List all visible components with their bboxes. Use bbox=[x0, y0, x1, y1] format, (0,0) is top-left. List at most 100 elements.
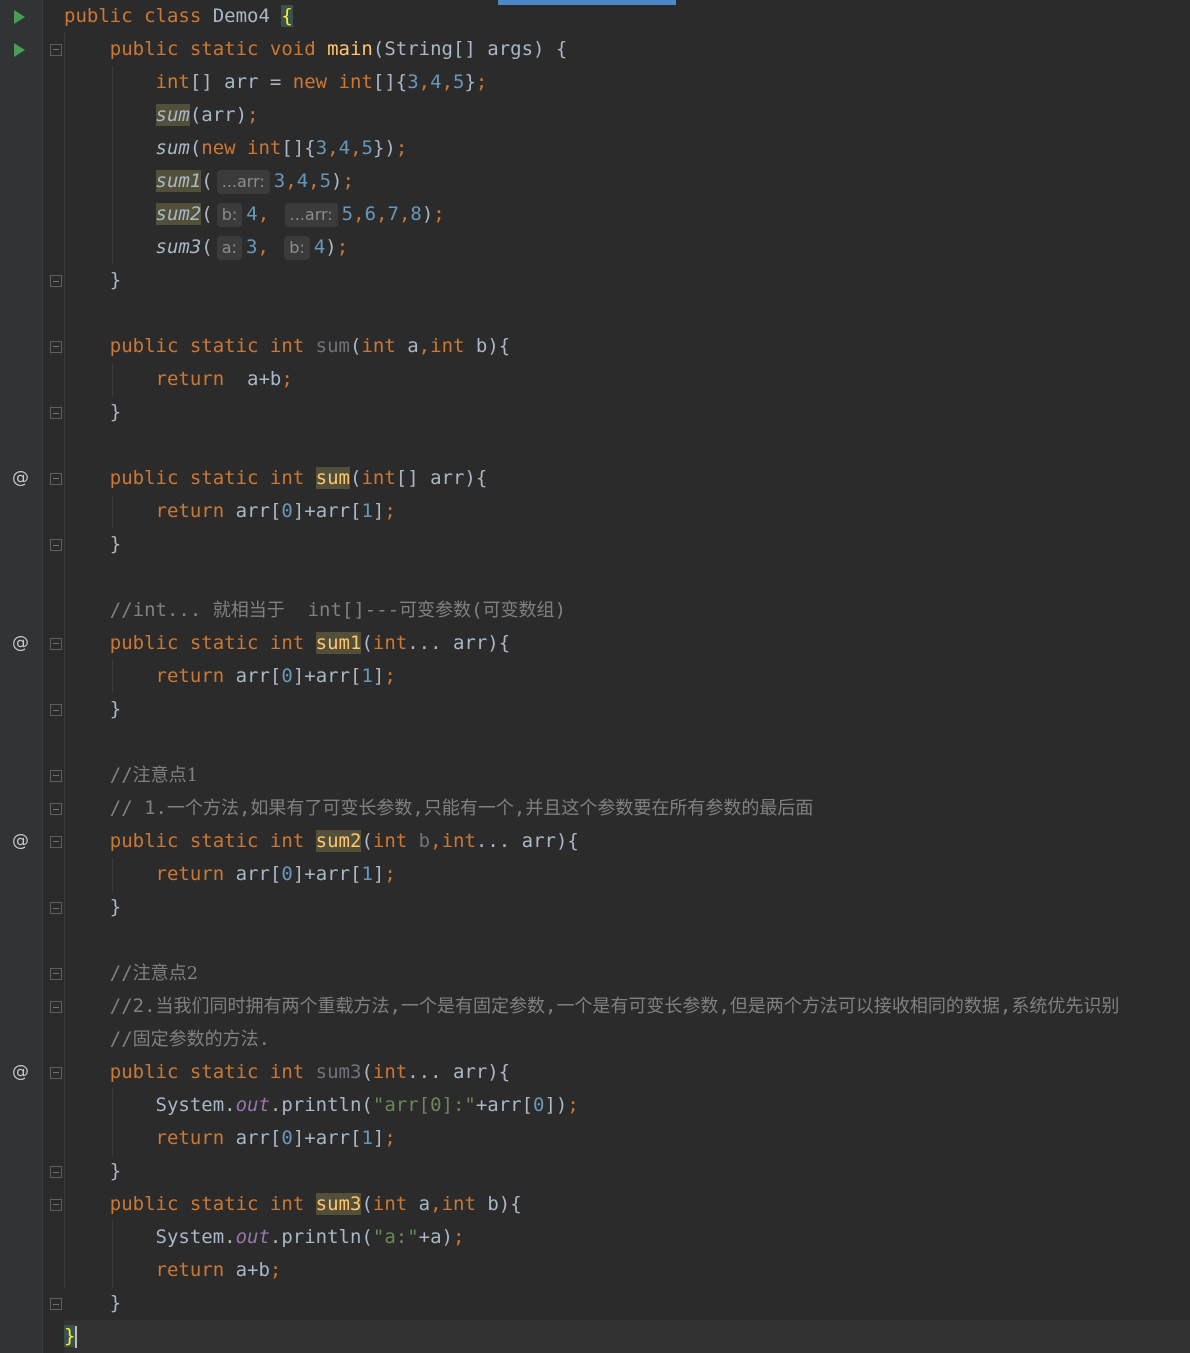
static-field-token: out bbox=[235, 1226, 270, 1248]
fold-close-icon[interactable] bbox=[50, 1001, 62, 1013]
comment-token: 系统优先识别 bbox=[1011, 996, 1120, 1017]
code-line[interactable]: public static int sum(int a,int b){ bbox=[64, 330, 1190, 363]
code-line[interactable]: return a+b; bbox=[64, 1254, 1190, 1287]
code-line[interactable]: sum3(a: 3, b: 4); bbox=[64, 231, 1190, 264]
code-line[interactable]: } bbox=[64, 1155, 1190, 1188]
code-line[interactable]: } bbox=[64, 528, 1190, 561]
code-line[interactable]: //固定参数的方法. bbox=[64, 1023, 1190, 1056]
code-line[interactable]: sum1(...arr: 3,4,5); bbox=[64, 165, 1190, 198]
fold-open-icon[interactable] bbox=[50, 1199, 62, 1211]
fold-close-icon[interactable] bbox=[50, 407, 62, 419]
fold-close-icon[interactable] bbox=[50, 704, 62, 716]
comment-token: 可变参数 bbox=[399, 600, 472, 621]
code-line[interactable]: sum(arr); bbox=[64, 99, 1190, 132]
code-line[interactable] bbox=[64, 297, 1190, 330]
code-line[interactable]: System.out.println("arr[0]:"+arr[0]); bbox=[64, 1089, 1190, 1122]
code-editor[interactable]: public class Demo4 { public static void … bbox=[64, 0, 1190, 1353]
fold-open-icon[interactable] bbox=[50, 836, 62, 848]
editor-gutter[interactable] bbox=[0, 0, 42, 1353]
code-token: ( bbox=[361, 1193, 373, 1215]
method-call-token: sum3 bbox=[155, 236, 202, 258]
code-line[interactable]: //2.当我们同时拥有两个重载方法,一个是有固定参数,一个是有可变长参数,但是两… bbox=[64, 990, 1190, 1023]
code-token: [] arr){ bbox=[395, 467, 488, 489]
fold-close-icon[interactable] bbox=[50, 1298, 62, 1310]
fold-close-icon[interactable] bbox=[50, 539, 62, 551]
fold-close-icon[interactable] bbox=[50, 275, 62, 287]
code-token: } bbox=[64, 698, 122, 720]
fold-close-icon[interactable] bbox=[50, 803, 62, 815]
keyword-token: , bbox=[430, 1193, 442, 1215]
fold-open-icon[interactable] bbox=[50, 473, 62, 485]
code-line[interactable]: System.out.println("a:"+a); bbox=[64, 1221, 1190, 1254]
overload-marker-icon[interactable]: @ bbox=[12, 468, 32, 488]
code-line[interactable]: return a+b; bbox=[64, 363, 1190, 396]
code-line[interactable]: public static int sum2(int b,int... arr)… bbox=[64, 825, 1190, 858]
code-line[interactable]: public static void main(String[] args) { bbox=[64, 33, 1190, 66]
code-token: a+b bbox=[247, 368, 282, 390]
number-token: 1 bbox=[361, 500, 373, 522]
keyword-token: ; bbox=[336, 236, 349, 258]
fold-open-icon[interactable] bbox=[50, 770, 62, 782]
fold-open-icon[interactable] bbox=[50, 1067, 62, 1079]
parameter-hint: b: bbox=[284, 236, 310, 260]
code-line[interactable]: } bbox=[64, 264, 1190, 297]
code-token: ... arr){ bbox=[407, 1061, 511, 1083]
code-token: ( bbox=[201, 170, 213, 192]
code-line[interactable] bbox=[64, 924, 1190, 957]
number-token: 3 bbox=[315, 137, 328, 159]
fold-close-icon[interactable] bbox=[50, 1166, 62, 1178]
code-line[interactable]: } bbox=[64, 1320, 1190, 1353]
code-line[interactable]: public static int sum3(int a,int b){ bbox=[64, 1188, 1190, 1221]
code-line[interactable]: public static int sum3(int... arr){ bbox=[64, 1056, 1190, 1089]
code-line[interactable]: int[] arr = new int[]{3,4,5}; bbox=[64, 66, 1190, 99]
run-icon[interactable] bbox=[14, 10, 25, 24]
fold-area[interactable] bbox=[43, 0, 63, 1353]
code-line[interactable]: // 1.一个方法,如果有了可变长参数,只能有一个,并且这个参数要在所有参数的最… bbox=[64, 792, 1190, 825]
code-line[interactable] bbox=[64, 561, 1190, 594]
number-token: 5 bbox=[453, 71, 465, 93]
code-line[interactable]: //注意点1 bbox=[64, 759, 1190, 792]
fold-open-icon[interactable] bbox=[50, 44, 62, 56]
overload-marker-icon[interactable]: @ bbox=[12, 831, 32, 851]
code-line[interactable]: return arr[0]+arr[1]; bbox=[64, 858, 1190, 891]
unused-identifier-token: sum bbox=[315, 335, 350, 357]
keyword-token: , bbox=[418, 335, 431, 357]
code-line[interactable]: } bbox=[64, 891, 1190, 924]
code-line[interactable]: } bbox=[64, 693, 1190, 726]
code-token: []{ bbox=[372, 71, 408, 93]
fold-open-icon[interactable] bbox=[50, 638, 62, 650]
code-line[interactable]: sum(new int[]{3,4,5}); bbox=[64, 132, 1190, 165]
code-token: } bbox=[464, 71, 476, 93]
method-name-token: main bbox=[327, 38, 373, 60]
fold-open-icon[interactable] bbox=[50, 341, 62, 353]
overload-marker-icon[interactable]: @ bbox=[12, 633, 32, 653]
unused-identifier-token: sum3 bbox=[315, 1061, 362, 1083]
code-line[interactable]: sum2(b: 4, ...arr: 5,6,7,8); bbox=[64, 198, 1190, 231]
code-line[interactable] bbox=[64, 429, 1190, 462]
code-line[interactable]: //注意点2 bbox=[64, 957, 1190, 990]
keyword-token: ; bbox=[281, 368, 293, 390]
comment-token: , bbox=[389, 995, 401, 1017]
fold-open-icon[interactable] bbox=[50, 968, 62, 980]
keyword-token: , bbox=[350, 137, 362, 159]
method-call-token: sum1 bbox=[155, 170, 202, 192]
fold-close-icon[interactable] bbox=[50, 902, 62, 914]
keyword-token: int bbox=[361, 335, 408, 357]
overload-marker-icon[interactable]: @ bbox=[12, 1062, 32, 1082]
code-line[interactable]: return arr[0]+arr[1]; bbox=[64, 660, 1190, 693]
comment-token: 只能有一个 bbox=[423, 798, 514, 819]
code-line[interactable]: public static int sum(int[] arr){ bbox=[64, 462, 1190, 495]
code-line[interactable]: //int... 就相当于 int[]---可变参数(可变数组) bbox=[64, 594, 1190, 627]
code-token: ] bbox=[372, 665, 385, 687]
run-icon[interactable] bbox=[14, 43, 25, 57]
code-token: ( bbox=[201, 203, 213, 225]
code-line[interactable]: return arr[0]+arr[1]; bbox=[64, 1122, 1190, 1155]
code-line[interactable]: } bbox=[64, 1287, 1190, 1320]
code-line[interactable]: public class Demo4 { bbox=[64, 0, 1190, 33]
code-line[interactable] bbox=[64, 726, 1190, 759]
code-line[interactable]: return arr[0]+arr[1]; bbox=[64, 495, 1190, 528]
code-line[interactable]: public static int sum1(int... arr){ bbox=[64, 627, 1190, 660]
code-line[interactable]: } bbox=[64, 396, 1190, 429]
